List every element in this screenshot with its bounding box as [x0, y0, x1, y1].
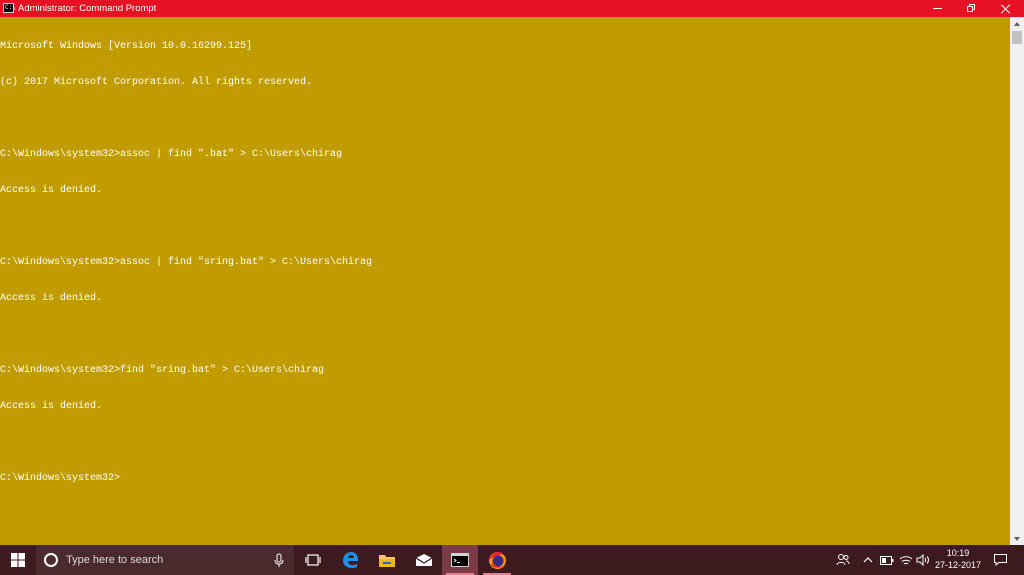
- show-hidden-icons-button[interactable]: [860, 545, 876, 575]
- console-lines: Microsoft Windows [Version 10.0.16299.12…: [0, 17, 372, 509]
- cortana-icon: [44, 553, 58, 567]
- minimize-icon: [932, 8, 942, 9]
- search-box[interactable]: Type here to search: [36, 545, 294, 575]
- notification-icon: [993, 554, 1007, 566]
- cmd-icon: [451, 553, 469, 567]
- window-title: Administrator: Command Prompt: [18, 3, 157, 14]
- microphone-icon[interactable]: [272, 553, 286, 568]
- title-bar[interactable]: C:\ Administrator: Command Prompt: [0, 0, 1024, 17]
- console-prompt-line: C:\Windows\system32>: [0, 473, 121, 484]
- windows-logo-icon: [11, 553, 25, 567]
- action-center-button[interactable]: [990, 545, 1010, 575]
- close-icon: [1000, 3, 1011, 14]
- console-line: C:\Windows\system32>assoc | find ".bat" …: [0, 149, 343, 160]
- battery-button[interactable]: [878, 545, 896, 575]
- firefox-icon: [488, 551, 506, 569]
- mail-button[interactable]: [406, 545, 442, 575]
- edge-taskbar-button[interactable]: [332, 545, 368, 575]
- edge-icon: [343, 552, 358, 568]
- folder-icon: [379, 554, 395, 567]
- scroll-down-button[interactable]: [1010, 532, 1024, 545]
- console-line: C:\Windows\system32>find "sring.bat" > C…: [0, 365, 325, 376]
- mail-icon: [415, 554, 433, 566]
- minimize-button[interactable]: [920, 0, 954, 17]
- scroll-thumb[interactable]: [1012, 31, 1022, 44]
- search-placeholder: Type here to search: [66, 554, 164, 566]
- volume-icon: [916, 554, 929, 566]
- close-button[interactable]: [988, 0, 1024, 17]
- start-button[interactable]: [0, 545, 36, 575]
- vertical-scrollbar[interactable]: [1010, 17, 1024, 545]
- people-icon: [836, 554, 850, 566]
- firefox-taskbar-button[interactable]: [479, 545, 515, 575]
- command-prompt-icon[interactable]: C:\: [3, 3, 16, 13]
- task-view-icon: [305, 554, 321, 566]
- console-line: Access is denied.: [0, 293, 103, 304]
- app-icon-text: C:\: [5, 4, 16, 11]
- console-output[interactable]: Microsoft Windows [Version 10.0.16299.12…: [0, 17, 1010, 545]
- console-line: (c) 2017 Microsoft Corporation. All righ…: [0, 77, 313, 88]
- arrow-up-icon: [1014, 21, 1020, 26]
- file-explorer-button[interactable]: [369, 545, 405, 575]
- clock-date: 27-12-2017: [934, 560, 982, 570]
- battery-icon: [880, 555, 894, 565]
- console-line: C:\Windows\system32>assoc | find "sring.…: [0, 257, 373, 268]
- command-prompt-taskbar-button[interactable]: [442, 545, 478, 575]
- clock-time: 10:19: [946, 548, 970, 558]
- restore-button[interactable]: [954, 0, 988, 17]
- taskbar: Type here to search 10:19 27-12-2017: [0, 545, 1024, 575]
- chevron-up-icon: [863, 557, 873, 563]
- network-button[interactable]: [897, 545, 915, 575]
- people-button[interactable]: [834, 545, 852, 575]
- taskbar-clock[interactable]: 10:19 27-12-2017: [930, 545, 986, 575]
- wifi-icon: [899, 556, 913, 565]
- console-line: Microsoft Windows [Version 10.0.16299.12…: [0, 41, 253, 52]
- console-line: Access is denied.: [0, 185, 103, 196]
- arrow-down-icon: [1014, 536, 1020, 541]
- restore-icon: [966, 4, 976, 13]
- console-line: Access is denied.: [0, 401, 103, 412]
- task-view-button[interactable]: [295, 545, 331, 575]
- scroll-up-button[interactable]: [1010, 17, 1024, 30]
